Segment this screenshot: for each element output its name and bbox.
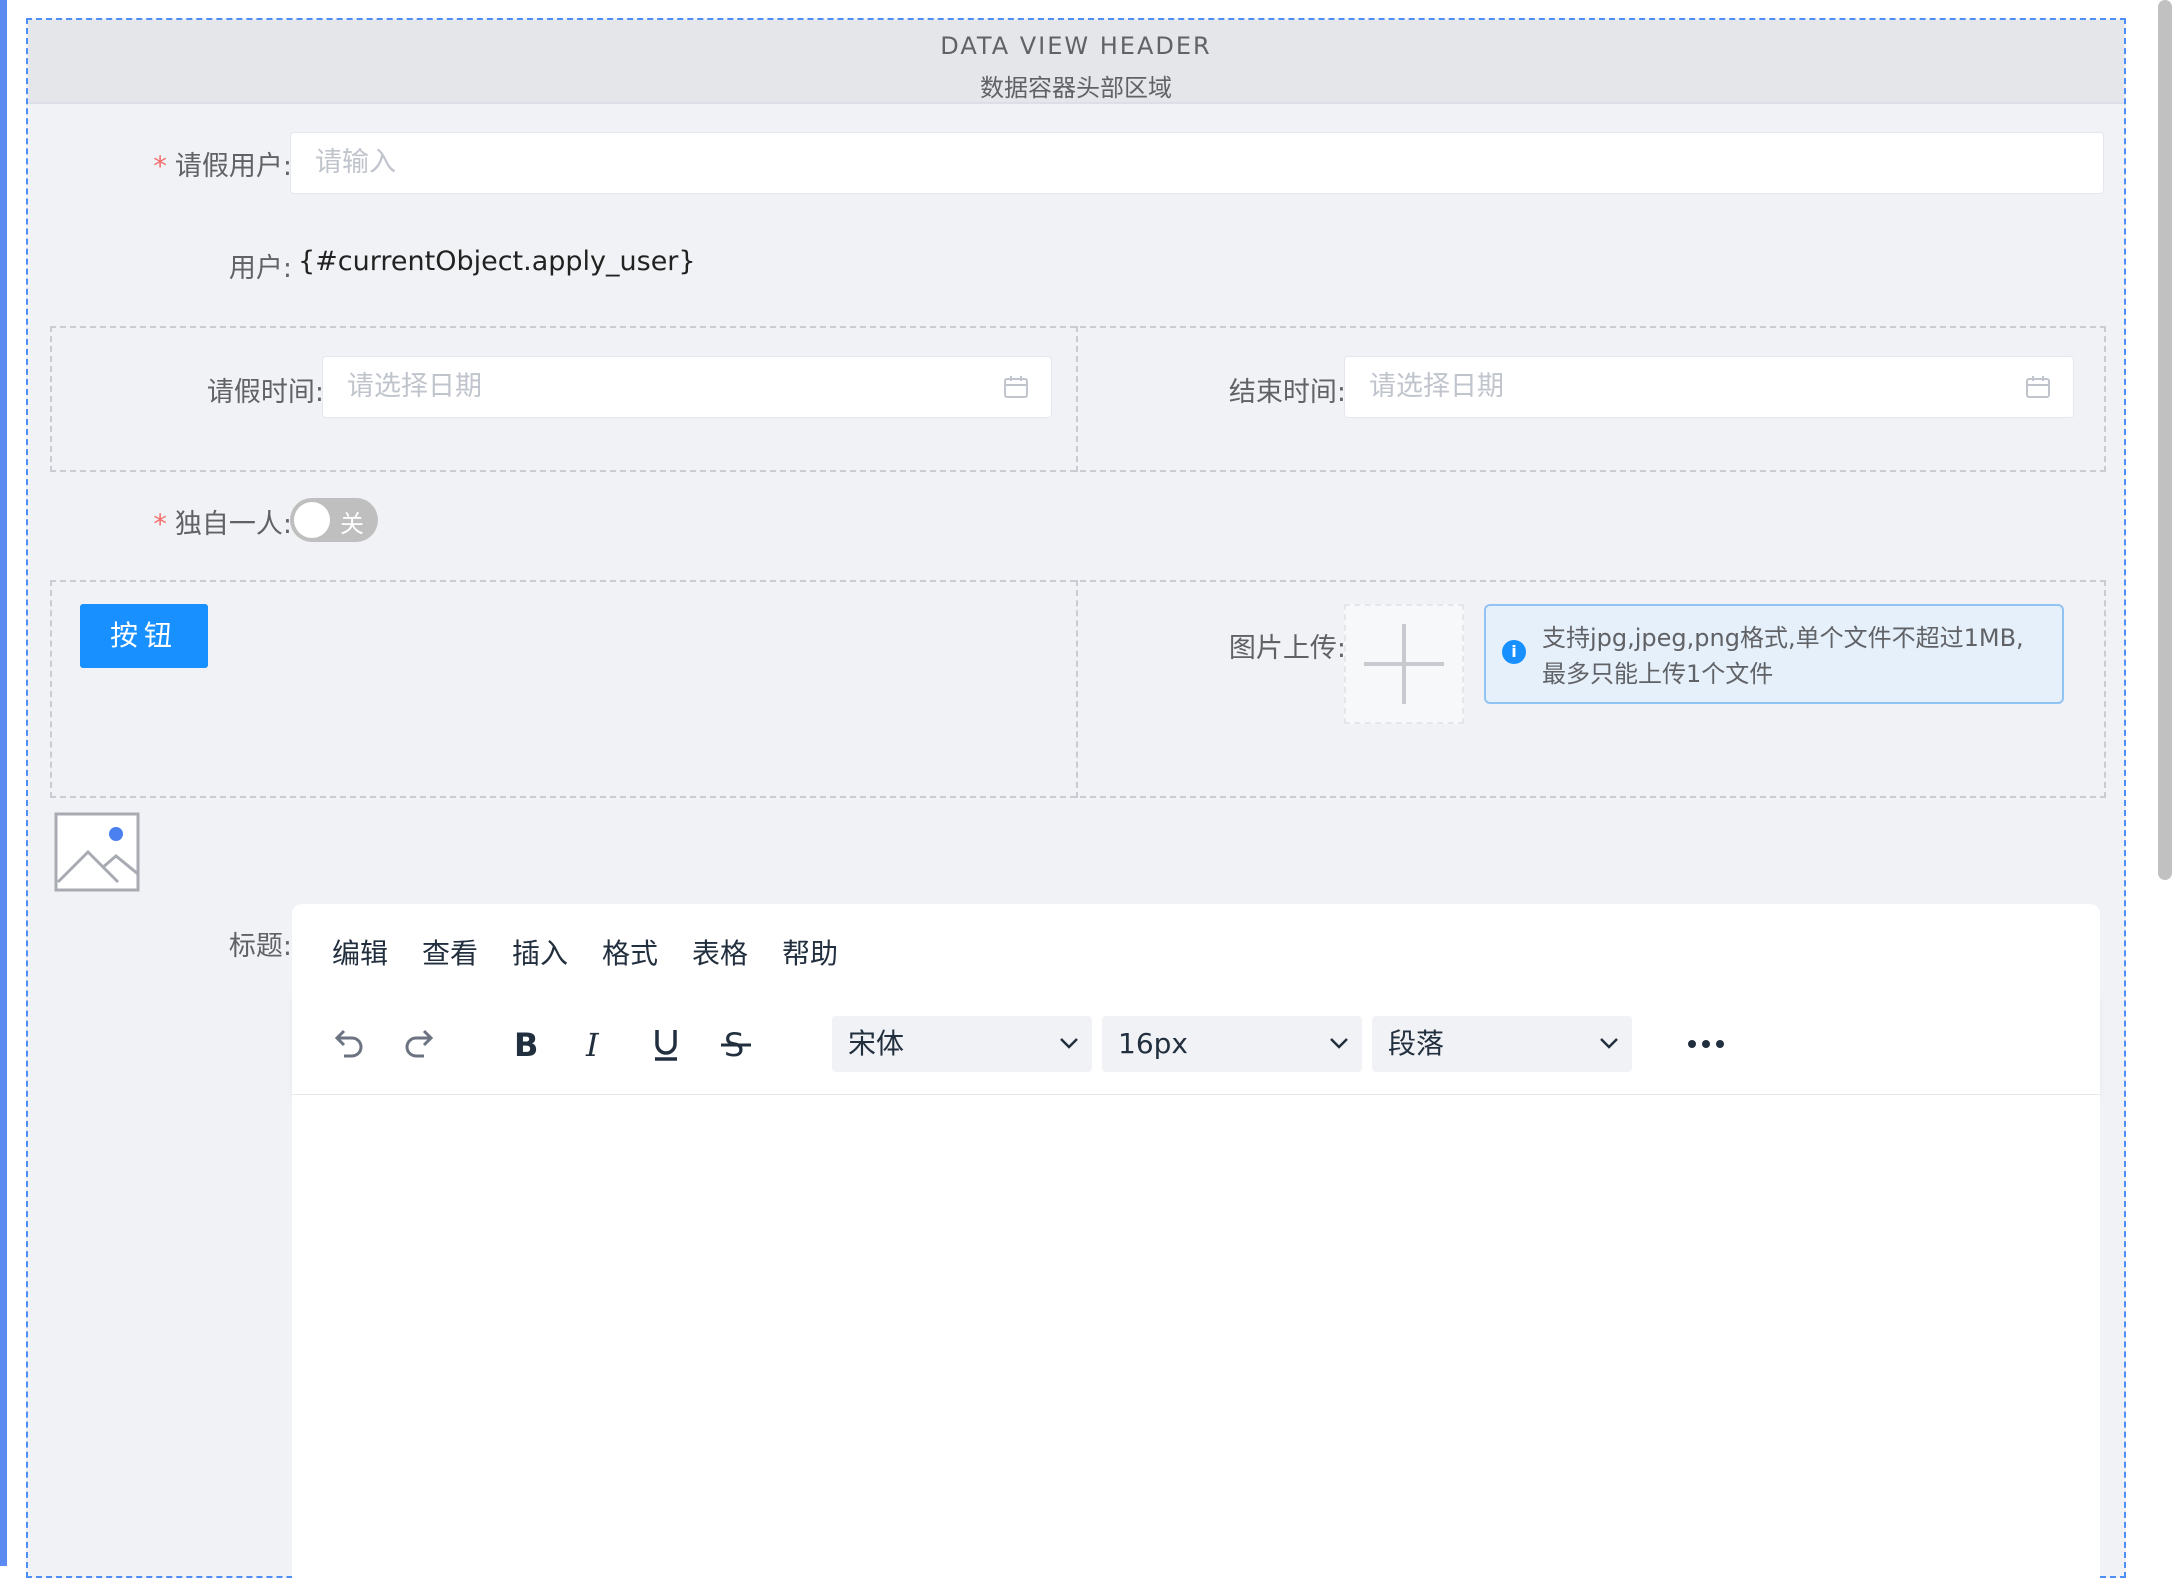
leave-user-label-text: 请假用户: [174, 151, 292, 182]
undo-icon[interactable] [328, 1024, 368, 1064]
calendar-icon [1004, 376, 1028, 398]
font-size-value: 16px [1118, 1027, 1188, 1060]
required-mark: * [153, 509, 167, 540]
menu-help[interactable]: 帮助 [782, 932, 838, 972]
required-mark: * [153, 151, 167, 182]
data-view-header-title-zh: 数据容器头部区域 [980, 74, 1172, 102]
page-scrollbar[interactable] [2158, 0, 2172, 880]
more-options-icon[interactable] [1684, 1024, 1728, 1064]
redo-icon[interactable] [400, 1024, 440, 1064]
end-time-date-picker[interactable]: 请选择日期 [1344, 356, 2074, 418]
plus-icon [1364, 624, 1444, 704]
font-family-value: 宋体 [848, 1027, 905, 1060]
action-button[interactable]: 按钮 [80, 604, 208, 668]
leave-time-label: 请假时间: [206, 377, 324, 408]
button-upload-row-divider [1076, 580, 1078, 798]
calendar-icon [2026, 376, 2050, 398]
leave-user-input[interactable]: 请输入 [290, 132, 2104, 194]
menu-view[interactable]: 查看 [422, 932, 478, 972]
user-value: {#currentObject.apply_user} [298, 246, 696, 277]
strikethrough-icon[interactable]: S [716, 1024, 756, 1064]
underline-icon[interactable] [646, 1024, 686, 1064]
font-family-select[interactable]: 宋体 [832, 1016, 1092, 1072]
svg-text:B: B [514, 1026, 538, 1064]
info-icon: i [1502, 640, 1526, 664]
switch-knob [294, 502, 330, 538]
menu-table[interactable]: 表格 [692, 932, 748, 972]
upload-tip-alert: i 支持jpg,jpeg,png格式,单个文件不超过1MB,最多只能上传1个文件 [1484, 604, 2064, 704]
svg-text:I: I [585, 1026, 600, 1064]
user-label: 用户: [228, 253, 292, 284]
editor-toolbar: B I S 宋体 16px 段落 [292, 994, 2100, 1095]
image-upload-trigger[interactable] [1344, 604, 1464, 724]
left-accent-bar [0, 0, 7, 1566]
rich-text-editor: 编辑 查看 插入 格式 表格 帮助 B I S 宋体 16px 段落 [292, 904, 2100, 1584]
leave-time-placeholder: 请选择日期 [347, 371, 482, 402]
data-view-header: DATA VIEW HEADER 数据容器头部区域 [28, 20, 2124, 104]
menu-edit[interactable]: 编辑 [332, 932, 388, 972]
font-size-select[interactable]: 16px [1102, 1016, 1362, 1072]
menu-insert[interactable]: 插入 [512, 932, 568, 972]
image-upload-label: 图片上传: [1228, 633, 1346, 664]
block-format-value: 段落 [1388, 1027, 1445, 1060]
data-view-container: DATA VIEW HEADER 数据容器头部区域 * 请假用户: 请输入 用户:… [26, 18, 2126, 1584]
bold-icon[interactable]: B [506, 1024, 546, 1064]
alone-label: * 独自一人: [106, 502, 292, 541]
chevron-down-icon [1060, 1038, 1078, 1049]
editor-menubar: 编辑 查看 插入 格式 表格 帮助 [292, 904, 2100, 994]
data-view-header-title-en: DATA VIEW HEADER [940, 32, 1212, 60]
leave-time-date-picker[interactable]: 请选择日期 [322, 356, 1052, 418]
block-format-select[interactable]: 段落 [1372, 1016, 1632, 1072]
end-time-label: 结束时间: [1228, 377, 1346, 408]
alone-switch[interactable]: 关 [290, 498, 378, 542]
chevron-down-icon [1600, 1038, 1618, 1049]
upload-tip-text: 支持jpg,jpeg,png格式,单个文件不超过1MB,最多只能上传1个文件 [1542, 624, 2024, 688]
image-placeholder-icon [54, 812, 140, 892]
title-label: 标题: [228, 931, 292, 962]
time-row-divider [1076, 326, 1078, 472]
leave-user-label: * 请假用户: [106, 144, 292, 183]
italic-icon[interactable]: I [576, 1024, 616, 1064]
alone-label-text: 独自一人: [174, 509, 292, 540]
end-time-placeholder: 请选择日期 [1369, 371, 1504, 402]
switch-text: 关 [340, 510, 364, 538]
menu-format[interactable]: 格式 [602, 932, 658, 972]
chevron-down-icon [1330, 1038, 1348, 1049]
editor-content-area[interactable] [292, 1095, 2100, 1584]
